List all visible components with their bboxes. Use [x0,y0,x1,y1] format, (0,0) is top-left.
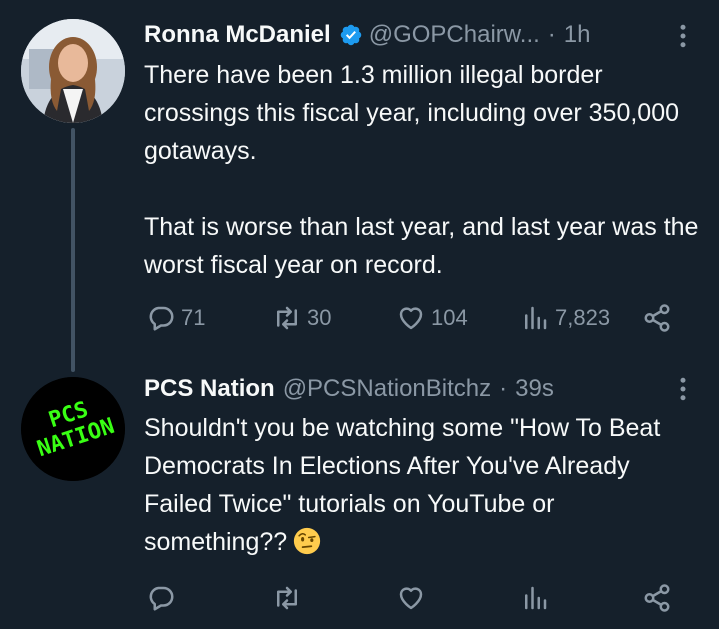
heart-icon [399,307,423,330]
avatar-photo-icon [21,19,125,123]
timestamp[interactable]: 39s [515,375,554,403]
more-options-icon[interactable] [668,21,698,51]
like-count: 104 [431,305,468,330]
retweet-count: 30 [307,305,332,330]
tweet-header: PCS Nation @PCSNationBitchz · 39s [144,372,554,406]
face-with-raised-eyebrow-emoji [294,527,321,555]
like-button[interactable] [396,578,426,618]
reply-button[interactable] [146,578,176,618]
reply-icon [149,306,174,331]
tweet-actions [0,578,719,618]
avatar[interactable]: PCSNATION [21,377,125,481]
share-icon [644,584,670,612]
views-button[interactable] [520,578,550,618]
views-button[interactable]: 7,823 [520,298,610,338]
tweet-text: There have been 1.3 million illegal bord… [144,56,704,284]
like-button[interactable]: 104 [396,298,468,338]
display-name[interactable]: Ronna McDaniel [144,21,331,49]
user-handle[interactable]: @PCSNationBitchz [283,375,491,403]
tweet-header: Ronna McDaniel @GOPChairw... · 1h [144,18,590,52]
reply-icon [149,586,174,611]
verified-badge-icon [340,24,361,46]
tweet-paragraph: There have been 1.3 million illegal bord… [144,61,680,165]
tweet-paragraph: That is worse than last year, and last y… [144,213,699,279]
tweet-ronna-mcdaniel[interactable]: Ronna McDaniel @GOPChairw... · 1h There … [0,0,719,372]
display-name[interactable]: PCS Nation [144,375,275,403]
separator-dot: · [547,21,556,48]
retweet-button[interactable] [272,578,302,618]
share-button[interactable] [642,578,672,618]
tweet-text: Shouldn't you be watching some "How To B… [144,409,704,561]
share-button[interactable] [642,298,672,338]
user-handle[interactable]: @GOPChairw... [369,21,540,49]
separator-dot: · [499,375,508,402]
reply-count: 71 [181,305,206,330]
share-icon [644,304,670,332]
views-chart-icon [525,306,547,330]
tweet-actions: 71 30 104 7,823 [0,298,719,338]
tweet-paragraph: Shouldn't you be watching some "How To B… [144,414,661,556]
retweet-icon [277,586,297,610]
timestamp[interactable]: 1h [564,21,591,49]
retweet-icon [277,306,297,330]
reply-button[interactable]: 71 [146,298,205,338]
view-count: 7,823 [555,305,611,330]
heart-icon [399,587,423,610]
pcs-nation-logo: PCSNATION [21,377,125,481]
retweet-button[interactable]: 30 [272,298,331,338]
avatar[interactable] [21,19,125,123]
views-chart-icon [525,586,547,610]
more-options-icon[interactable] [668,374,698,404]
